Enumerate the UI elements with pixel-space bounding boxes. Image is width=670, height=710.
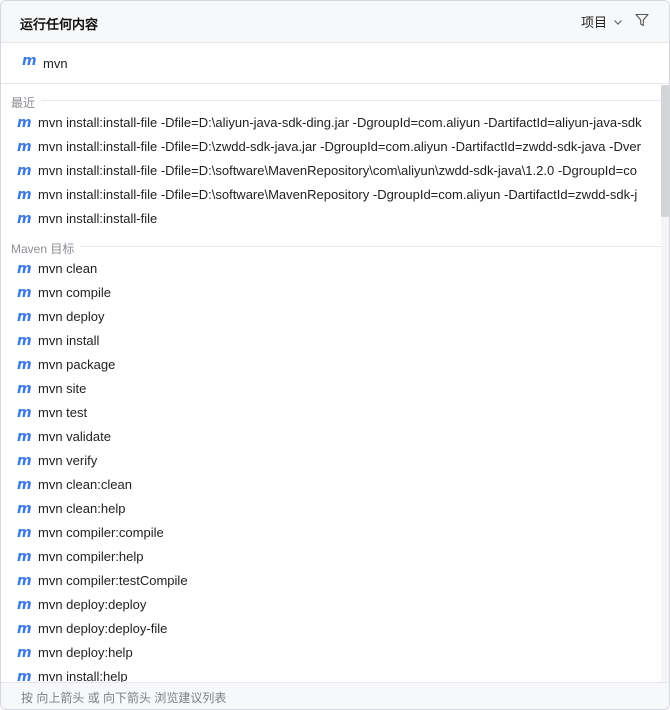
maven-goal-item-label: mvn install (38, 333, 100, 348)
maven-icon: m (17, 549, 32, 565)
maven-icon: m (17, 381, 32, 397)
popup-title: 运行任何内容 (20, 17, 99, 32)
maven-icon: m (17, 115, 32, 131)
navigation-hint: 按 向上箭头 或 向下箭头 浏览建议列表 (21, 691, 227, 705)
recent-command-item[interactable]: m mvn install:install-file (1, 207, 661, 231)
footer-bar: 按 向上箭头 或 向下箭头 浏览建议列表 (1, 682, 669, 709)
maven-goal-item-label: mvn site (38, 381, 87, 396)
section-recent-label: 最近 (11, 94, 42, 111)
scrollbar[interactable] (661, 85, 669, 683)
maven-icon: m (17, 597, 32, 613)
maven-icon: m (17, 285, 32, 301)
maven-goal-item-label: mvn deploy:help (38, 645, 133, 660)
maven-icon: m (17, 187, 32, 203)
recent-command-item-label: mvn install:install-file -Dfile=D:\softw… (38, 187, 638, 202)
maven-goal-item-label: mvn clean:clean (38, 477, 132, 492)
recent-command-item-label: mvn install:install-file -Dfile=D:\zwdd-… (38, 139, 641, 154)
maven-goal-item[interactable]: m mvn package (1, 353, 661, 377)
maven-icon: m (17, 405, 32, 421)
maven-goal-item[interactable]: m mvn compile (1, 281, 661, 305)
maven-goal-item-label: mvn clean:help (38, 501, 126, 516)
maven-icon: m (17, 163, 32, 179)
maven-goal-item-label: mvn compiler:testCompile (38, 573, 188, 588)
maven-goal-item-label: mvn deploy:deploy-file (38, 621, 168, 636)
scrollbar-thumb[interactable] (661, 85, 669, 217)
maven-icon: m (17, 333, 32, 349)
maven-icon: m (17, 211, 32, 227)
search-input[interactable] (43, 53, 603, 73)
maven-icon: m (17, 573, 32, 589)
maven-icon: m (17, 453, 32, 469)
maven-icon: m (17, 309, 32, 325)
maven-goal-item-label: mvn clean (38, 261, 98, 276)
maven-goal-item[interactable]: m mvn compiler:compile (1, 521, 661, 545)
results-list: 最近 m mvn install:install-file -Dfile=D:\a… (1, 85, 661, 683)
section-maven-goals: Maven 目标 (1, 231, 661, 257)
maven-icon: m (17, 621, 32, 637)
section-divider (11, 246, 661, 247)
section-goals-label: Maven 目标 (11, 240, 81, 257)
maven-goal-item[interactable]: m mvn clean:help (1, 497, 661, 521)
maven-goal-item[interactable]: m mvn deploy:deploy (1, 593, 661, 617)
maven-icon: m (17, 645, 32, 661)
maven-goal-item[interactable]: m mvn clean:clean (1, 473, 661, 497)
maven-icon: m (17, 261, 32, 277)
maven-icon: m (17, 501, 32, 517)
section-recent: 最近 (1, 85, 661, 111)
maven-goal-item[interactable]: m mvn test (1, 401, 661, 425)
maven-icon: m (17, 357, 32, 373)
recent-command-item[interactable]: m mvn install:install-file -Dfile=D:\soft… (1, 159, 661, 183)
maven-goal-item-label: mvn compiler:help (38, 549, 144, 564)
maven-goal-item-label: mvn package (38, 357, 116, 372)
scope-label: 项目 (580, 15, 607, 30)
maven-goal-item[interactable]: m mvn deploy:deploy-file (1, 617, 661, 641)
maven-goal-item[interactable]: m mvn install (1, 329, 661, 353)
popup-header: 运行任何内容 项目 (1, 1, 669, 43)
maven-goal-item-label: mvn verify (38, 453, 98, 468)
maven-icon: m (17, 139, 32, 155)
maven-goal-item[interactable]: m mvn site (1, 377, 661, 401)
maven-goal-item[interactable]: m mvn clean (1, 257, 661, 281)
recent-command-item[interactable]: m mvn install:install-file -Dfile=D:\aliy… (1, 111, 661, 135)
maven-icon: m (17, 525, 32, 541)
scope-dropdown[interactable]: 项目 (581, 12, 623, 31)
maven-goal-item[interactable]: m mvn install:help (1, 665, 661, 683)
recent-command-item-label: mvn install:install-file (38, 211, 158, 226)
filter-icon[interactable] (635, 13, 649, 27)
maven-icon: m (17, 477, 32, 493)
maven-goal-item[interactable]: m mvn verify (1, 449, 661, 473)
maven-goal-item[interactable]: m mvn deploy:help (1, 641, 661, 665)
maven-icon: m (22, 53, 37, 69)
search-bar: m (1, 43, 669, 84)
maven-goal-item[interactable]: m mvn compiler:help (1, 545, 661, 569)
maven-goal-item-label: mvn test (38, 405, 88, 420)
maven-icon: m (17, 429, 32, 445)
recent-command-item-label: mvn install:install-file -Dfile=D:\softw… (38, 163, 637, 178)
maven-goal-item-label: mvn validate (38, 429, 111, 444)
maven-goal-item-label: mvn install:help (38, 669, 128, 683)
recent-command-item[interactable]: m mvn install:install-file -Dfile=D:\zwdd… (1, 135, 661, 159)
maven-goal-item-label: mvn compile (38, 285, 111, 300)
chevron-down-icon (614, 19, 622, 25)
maven-goal-item-label: mvn deploy (38, 309, 105, 324)
maven-goal-item-label: mvn compiler:compile (38, 525, 164, 540)
recent-command-item[interactable]: m mvn install:install-file -Dfile=D:\soft… (1, 183, 661, 207)
maven-goal-item[interactable]: m mvn compiler:testCompile (1, 569, 661, 593)
maven-goal-item[interactable]: m mvn validate (1, 425, 661, 449)
maven-goal-item-label: mvn deploy:deploy (38, 597, 147, 612)
maven-goal-item[interactable]: m mvn deploy (1, 305, 661, 329)
section-divider (11, 100, 661, 101)
recent-command-item-label: mvn install:install-file -Dfile=D:\aliyu… (38, 115, 642, 130)
run-anything-popup: 运行任何内容 项目 m 最近 m mvn install:install-file… (0, 0, 670, 710)
